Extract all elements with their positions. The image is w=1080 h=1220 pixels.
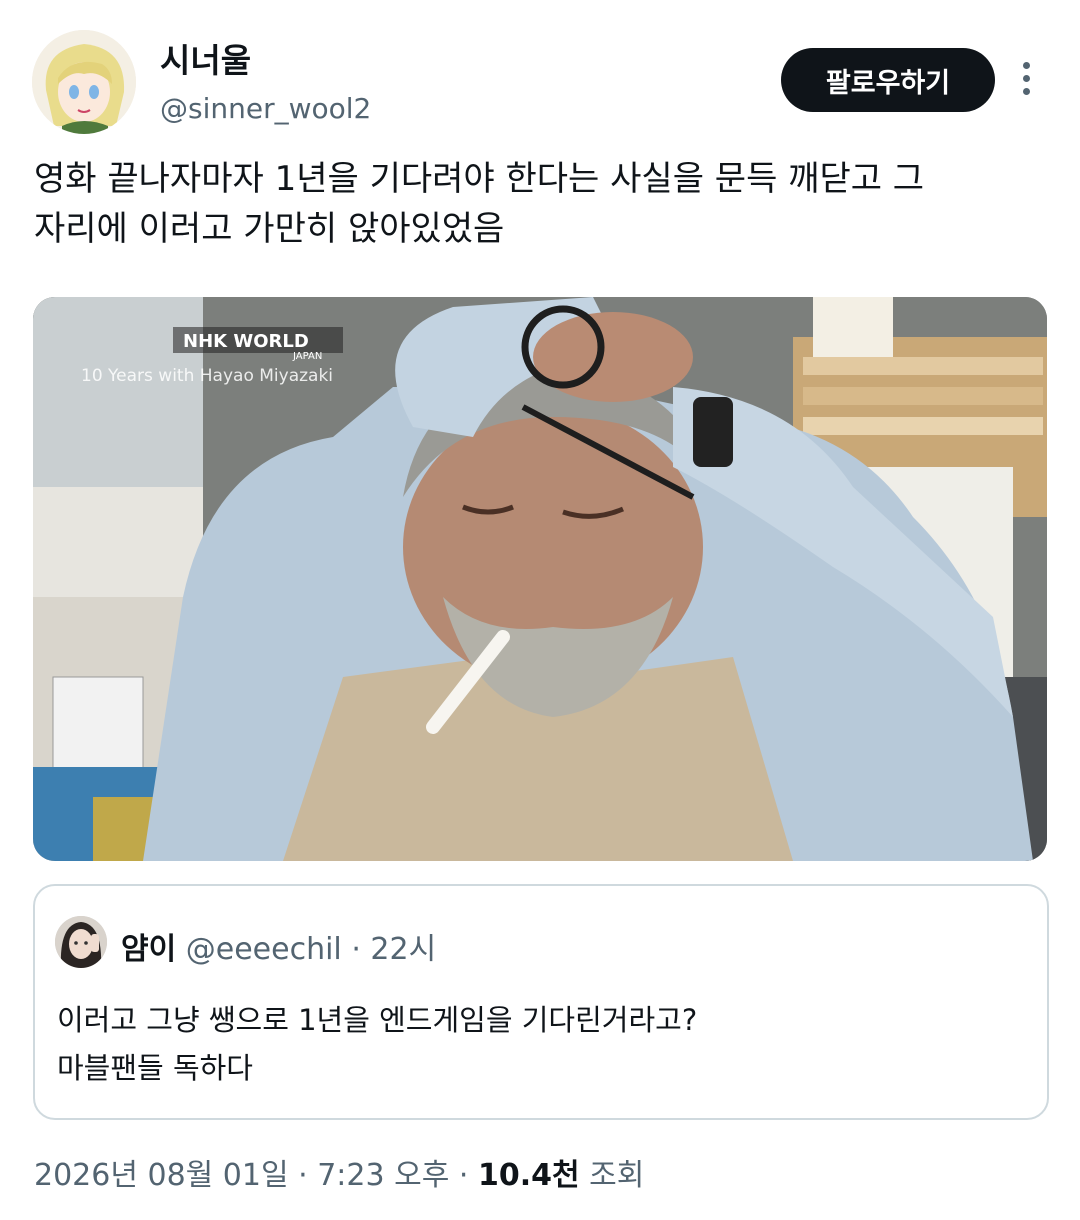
quote-separator: · — [351, 932, 361, 967]
quote-text-line-1: 이러고 그냥 쌩으로 1년을 엔드게임을 기다린거라고? — [57, 1003, 698, 1037]
media-watermark-sub: JAPAN — [292, 351, 322, 362]
author-handle[interactable]: @sinner_wool2 — [160, 92, 371, 125]
quote-time: 22시 — [370, 932, 437, 967]
follow-button[interactable]: 팔로우하기 — [781, 48, 995, 112]
author-avatar[interactable] — [32, 30, 136, 134]
quote-text-line-2: 마블팬들 독하다 — [57, 1051, 253, 1085]
media-caption: 10 Years with Hayao Miyazaki — [81, 366, 333, 386]
quote-text: 이러고 그냥 쌩으로 1년을 엔드게임을 기다린거라고? 마블팬들 독하다 — [57, 996, 1017, 1092]
quoted-tweet-card[interactable]: 얌이 @eeeechil · 22시 이러고 그냥 쌩으로 1년을 엔드게임을 … — [33, 884, 1049, 1120]
author-display-name[interactable]: 시너울 — [160, 34, 251, 82]
quote-handle: @eeeechil — [185, 932, 342, 967]
tweet-text-line-2: 자리에 이러고 가만히 앉아있었음 — [34, 209, 505, 249]
person-avatar-icon — [55, 916, 107, 968]
meta-separator: · — [458, 1158, 469, 1193]
anime-avatar-icon — [32, 30, 136, 134]
meta-separator: · — [298, 1158, 308, 1193]
tweet-text-line-1: 영화 끝나자마자 1년을 기다려야 한다는 사실을 문득 깨닫고 그 — [34, 159, 925, 199]
tweet-time[interactable]: 7:23 오후 — [317, 1158, 449, 1193]
media-watermark: NHK WORLD — [183, 331, 309, 352]
tweet-media-image[interactable]: NHK WORLD JAPAN 10 Years with Hayao Miya… — [33, 297, 1047, 861]
tweet-text: 영화 끝나자마자 1년을 기다려야 한다는 사실을 문득 깨닫고 그 자리에 이… — [34, 154, 1054, 254]
views-label: 조회 — [589, 1158, 645, 1193]
views-count: 10.4천 — [477, 1158, 580, 1193]
quote-avatar — [55, 916, 107, 968]
tweet-meta: 2026년 08월 01일 · 7:23 오후 · 10.4천 조회 — [34, 1150, 644, 1194]
quote-display-name: 얌이 — [121, 932, 177, 967]
more-vertical-icon[interactable] — [1016, 62, 1036, 102]
tweet-date[interactable]: 2026년 08월 01일 — [34, 1158, 289, 1193]
quote-header: 얌이 @eeeechil · 22시 — [121, 924, 436, 968]
